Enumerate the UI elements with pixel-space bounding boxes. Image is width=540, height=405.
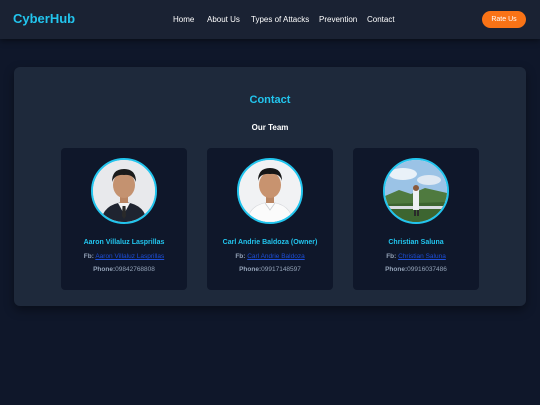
phone-number: 09842768808 [115,266,155,273]
team-heading: Our Team [251,123,289,132]
member-name: Aaron Villaluz Lasprillas [83,239,165,246]
site-logo[interactable]: CyberHub [13,11,75,26]
contact-title: Contact [249,94,291,106]
nav-prevention[interactable]: Prevention [319,15,357,24]
member-phone-line: Phone:09842768808 [61,266,187,273]
member-phone-line: Phone:09916037486 [353,266,479,273]
member-phone-line: Phone:09917148597 [207,266,333,273]
member-name: Carl Andrie Baldoza (Owner) [222,239,318,246]
team-member-card: Aaron Villaluz Lasprillas Fb: Aaron Vill… [61,148,187,290]
member-photo [237,158,303,224]
member-photo [91,158,157,224]
member-fb-line: Fb: Aaron Villaluz Lasprillas [61,253,187,260]
fb-label: Fb: [83,253,94,260]
nav-types-of-attacks[interactable]: Types of Attacks [251,15,309,24]
person-photo-icon [93,160,155,222]
fb-label: Fb: [235,253,246,260]
phone-label: Phone: [239,266,262,273]
phone-number: 09916037486 [407,266,447,273]
fb-profile-link[interactable]: Christian Saluna [398,253,446,260]
person-photo-icon [239,160,301,222]
nav-contact[interactable]: Contact [367,15,395,24]
fb-profile-link[interactable]: Carl Andrie Baldoza [247,253,304,260]
nav-about-us[interactable]: About Us [207,15,240,24]
team-member-card: Carl Andrie Baldoza (Owner) Fb: Carl And… [207,148,333,290]
navbar: CyberHub Home About Us Types of Attacks … [0,0,540,39]
member-photo [383,158,449,224]
member-fb-line: Fb: Carl Andrie Baldoza [207,253,333,260]
fb-label: Fb: [386,253,397,260]
outdoor-photo-icon [385,160,447,222]
nav-home[interactable]: Home [173,15,194,24]
contact-section: Contact Our Team Aaron Villaluz Lasprill… [14,67,526,306]
member-fb-line: Fb: Christian Saluna [353,253,479,260]
member-name: Christian Saluna [388,239,444,246]
fb-profile-link[interactable]: Aaron Villaluz Lasprillas [95,253,164,260]
team-member-card: Christian Saluna Fb: Christian Saluna Ph… [353,148,479,290]
rate-us-button[interactable]: Rate Us [482,11,526,28]
phone-label: Phone: [385,266,408,273]
phone-label: Phone: [93,266,116,273]
phone-number: 09917148597 [261,266,301,273]
